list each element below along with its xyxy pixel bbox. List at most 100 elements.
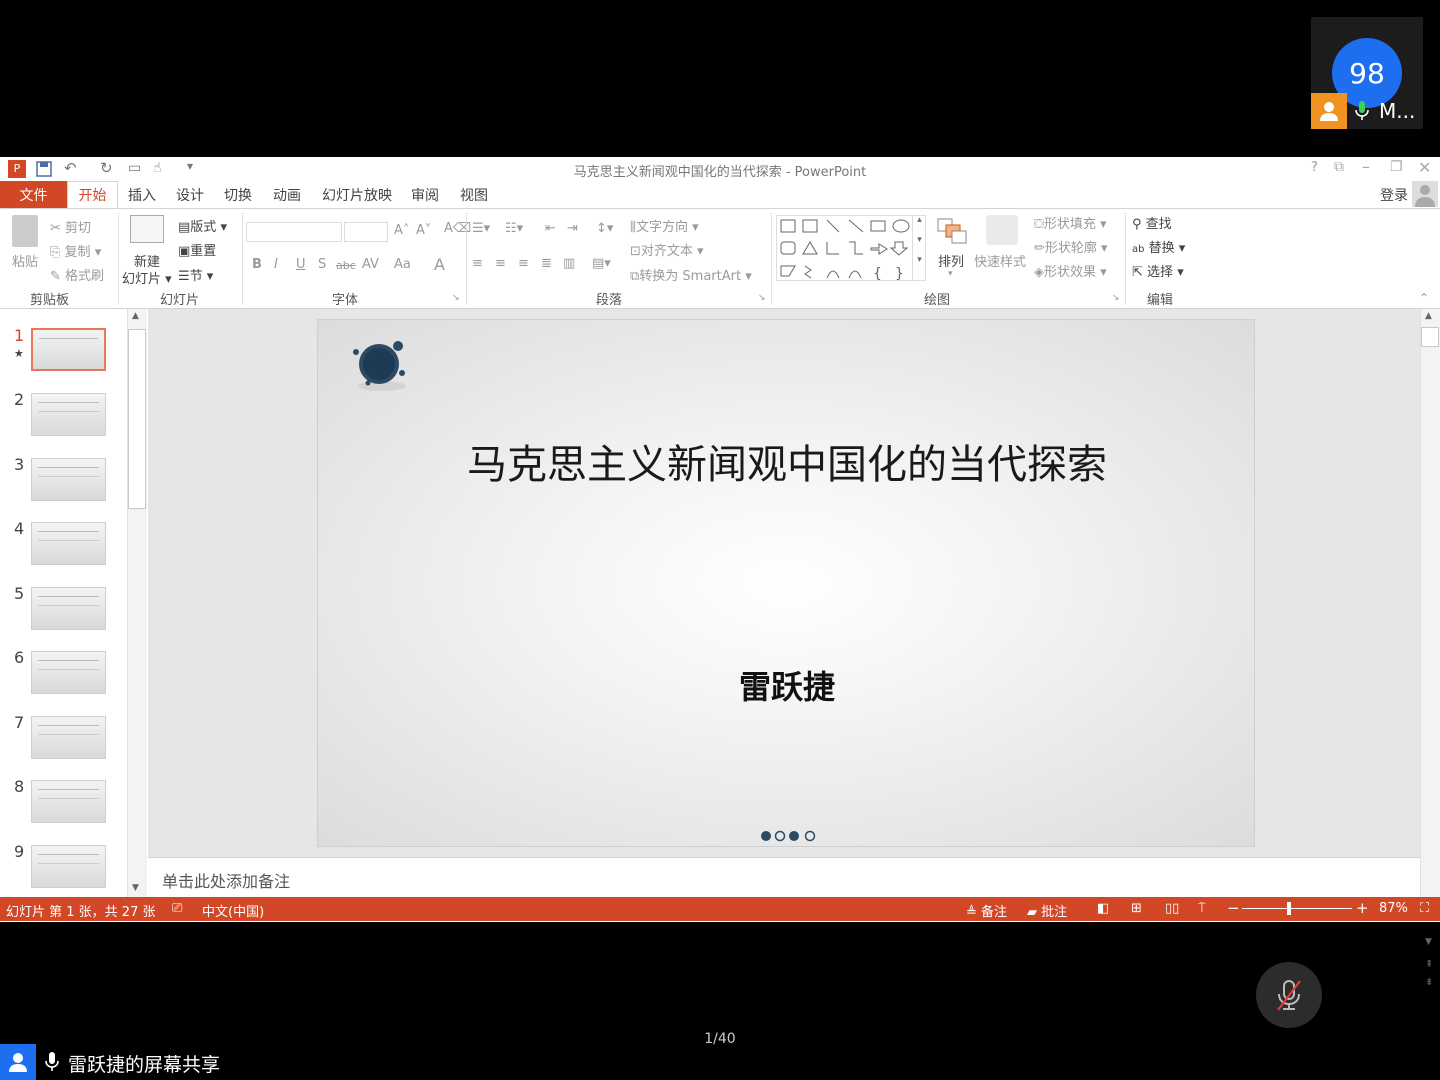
increase-indent-icon[interactable]: ⇥: [567, 221, 578, 236]
slide-sorter-icon[interactable]: ⊞: [1131, 901, 1142, 916]
decrease-indent-icon[interactable]: ⇤: [545, 221, 556, 236]
format-painter-button[interactable]: ✎ 格式刷: [50, 265, 104, 284]
shapes-gallery[interactable]: {}: [776, 215, 926, 282]
font-dialog-launcher-icon[interactable]: ↘: [452, 293, 460, 303]
smartart-button[interactable]: ⧉转换为 SmartArt ▾: [630, 265, 752, 284]
normal-view-icon[interactable]: ◧: [1097, 901, 1109, 916]
zoom-in-button[interactable]: +: [1356, 899, 1369, 917]
slide-thumbnail-5[interactable]: [31, 587, 106, 630]
zoom-out-button[interactable]: −: [1227, 899, 1240, 917]
slideshow-view-icon[interactable]: ⍑: [1198, 901, 1206, 916]
tab-home[interactable]: 开始: [67, 181, 118, 208]
tab-view[interactable]: 视图: [460, 185, 488, 205]
fit-to-window-icon[interactable]: ⛶: [1420, 901, 1429, 916]
align-center-icon[interactable]: ≡: [495, 256, 506, 271]
copy-button[interactable]: ⎘ 复制 ▾: [50, 241, 101, 260]
cut-button[interactable]: ✂ 剪切: [50, 217, 91, 236]
tab-design[interactable]: 设计: [176, 185, 204, 205]
slide-title[interactable]: 马克思主义新闻观中国化的当代探索: [318, 432, 1256, 490]
help-icon[interactable]: ?: [1311, 160, 1318, 175]
font-size-input[interactable]: [344, 222, 388, 242]
tab-animations[interactable]: 动画: [273, 185, 301, 205]
strikethrough-button[interactable]: abc: [336, 259, 356, 272]
paragraph-dialog-launcher-icon[interactable]: ↘: [758, 293, 766, 303]
paste-button[interactable]: 粘贴: [12, 251, 38, 270]
clear-formatting-icon[interactable]: A⌫: [444, 221, 471, 236]
find-button[interactable]: ⚲ 查找: [1132, 213, 1172, 232]
previous-slide-icon[interactable]: ⇞: [1425, 959, 1433, 970]
slide-author[interactable]: 雷跃捷: [318, 662, 1256, 708]
grow-font-icon[interactable]: A˄: [394, 223, 409, 238]
change-case-button[interactable]: Aa: [394, 257, 411, 272]
quick-styles-icon[interactable]: [986, 215, 1018, 245]
tab-slideshow[interactable]: 幻灯片放映: [322, 185, 392, 205]
line-spacing-icon[interactable]: ↕▾: [596, 221, 613, 236]
reading-view-icon[interactable]: ▯▯: [1165, 901, 1179, 916]
distribute-icon[interactable]: ▥: [563, 256, 575, 271]
align-right-icon[interactable]: ≡: [518, 256, 529, 271]
ribbon-display-icon[interactable]: ⧉: [1334, 159, 1344, 175]
tab-file[interactable]: 文件: [0, 181, 67, 208]
spell-check-icon[interactable]: ⎚: [172, 901, 182, 916]
bullets-icon[interactable]: ☰▾: [472, 221, 490, 236]
slide-thumbnail-8[interactable]: [31, 780, 106, 823]
collapse-ribbon-icon[interactable]: ⌃: [1419, 291, 1429, 305]
arrange-button[interactable]: 排列: [938, 251, 964, 270]
notes-pane[interactable]: 单击此处添加备注: [148, 857, 1420, 897]
replace-button[interactable]: ab 替换 ▾: [1132, 237, 1185, 256]
shape-effects-button[interactable]: ◈形状效果 ▾: [1034, 261, 1107, 280]
underline-button[interactable]: U: [296, 257, 306, 272]
drawing-dialog-launcher-icon[interactable]: ↘: [1112, 293, 1120, 303]
user-avatar[interactable]: [1412, 181, 1438, 207]
comments-toggle[interactable]: ▰ 批注: [1027, 901, 1067, 920]
text-direction-button[interactable]: ⫼文字方向 ▾: [630, 216, 699, 235]
notes-toggle[interactable]: ≜ 备注: [966, 901, 1007, 920]
font-name-input[interactable]: [246, 222, 342, 242]
notes-placeholder[interactable]: 单击此处添加备注: [162, 868, 290, 892]
section-button[interactable]: ☰节 ▾: [178, 265, 213, 284]
minimize-button[interactable]: –: [1362, 157, 1370, 176]
numbering-icon[interactable]: ☷▾: [505, 221, 523, 236]
shadow-button[interactable]: S: [318, 257, 326, 272]
slide-thumbnail-2[interactable]: [31, 393, 106, 436]
arrange-dropdown-icon[interactable]: ▾: [948, 269, 953, 279]
slide-thumbnail-1[interactable]: [31, 328, 106, 371]
slide-scroll-thumb[interactable]: [1421, 327, 1439, 347]
tab-transitions[interactable]: 切换: [224, 185, 252, 205]
scroll-down-icon[interactable]: ▼: [132, 883, 139, 893]
paste-icon[interactable]: [12, 215, 38, 247]
layout-button[interactable]: ▤版式 ▾: [178, 216, 227, 235]
login-link[interactable]: 登录: [1380, 185, 1408, 205]
align-text-button[interactable]: ⊡对齐文本 ▾: [630, 240, 704, 259]
slide-thumbnail-6[interactable]: [31, 651, 106, 694]
zoom-slider-handle[interactable]: [1287, 902, 1291, 915]
language-indicator[interactable]: 中文(中国): [202, 901, 264, 920]
scroll-up-icon[interactable]: ▲: [132, 311, 139, 321]
tab-review[interactable]: 审阅: [411, 185, 439, 205]
arrange-icon[interactable]: [936, 217, 968, 251]
shapes-gallery-scroll[interactable]: ▴ ▾ ▾: [912, 215, 926, 281]
scroll-down-icon[interactable]: ▼: [1425, 937, 1432, 947]
reset-button[interactable]: ▣重置: [178, 240, 216, 259]
slide-thumbnail-3[interactable]: [31, 458, 106, 501]
slide-thumbnail-9[interactable]: [31, 845, 106, 888]
char-spacing-button[interactable]: AV: [362, 257, 379, 272]
new-slide-label-2[interactable]: 幻灯片 ▾: [122, 268, 172, 287]
slide-scrollbar[interactable]: ▲ ▼ ⇞ ⇟: [1420, 309, 1440, 988]
tab-insert[interactable]: 插入: [128, 185, 156, 205]
slide-thumbnail-4[interactable]: [31, 522, 106, 565]
zoom-slider-track[interactable]: [1242, 908, 1352, 909]
font-color-button[interactable]: A: [434, 255, 445, 274]
select-button[interactable]: ⇱ 选择 ▾: [1132, 261, 1184, 280]
current-slide[interactable]: 马克思主义新闻观中国化的当代探索 雷跃捷: [317, 319, 1255, 847]
shrink-font-icon[interactable]: A˅: [416, 223, 431, 238]
slide-thumbnail-7[interactable]: [31, 716, 106, 759]
zoom-level[interactable]: 87%: [1379, 901, 1408, 916]
mute-button[interactable]: [1256, 962, 1322, 1028]
bold-button[interactable]: B: [252, 257, 262, 272]
thumbnail-scroll-thumb[interactable]: [128, 329, 146, 509]
quick-styles-button[interactable]: 快速样式: [974, 251, 1026, 270]
next-slide-icon[interactable]: ⇟: [1425, 977, 1433, 988]
close-button[interactable]: ✕: [1418, 158, 1431, 177]
columns-icon[interactable]: ▤▾: [592, 256, 611, 271]
